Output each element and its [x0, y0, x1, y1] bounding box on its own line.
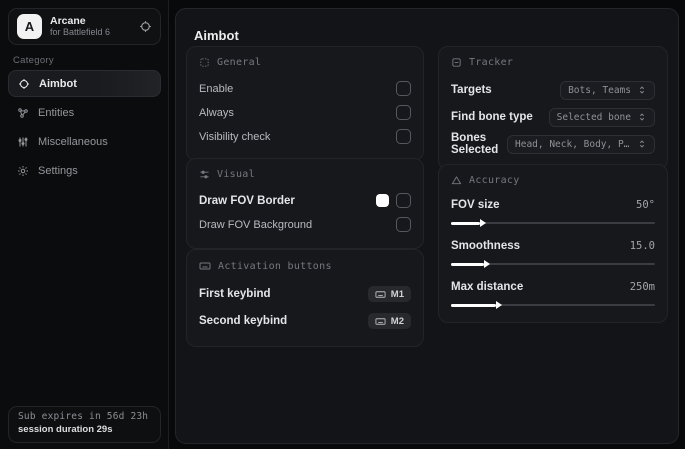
setting-row-max-distance: Max distance 250m [451, 277, 655, 309]
visibility-check-checkbox[interactable] [396, 129, 411, 144]
setting-row-fov-size: FOV size 50° [451, 195, 655, 227]
dropdown-value: Bots, Teams [568, 84, 631, 96]
chevrons-up-down-icon [637, 85, 647, 95]
category-label: Category [13, 55, 54, 66]
sidebar-nav: Aimbot Entities Miscellaneous Settings [8, 70, 161, 186]
slider-fill [451, 221, 480, 225]
setting-label: Draw FOV Background [199, 218, 313, 231]
chevrons-up-down-icon [637, 139, 647, 149]
setting-row-bones-selected: Bones Selected Head, Neck, Body, Pe... [451, 131, 655, 157]
setting-label: Find bone type [451, 111, 533, 123]
draw-fov-border-checkbox[interactable] [396, 193, 411, 208]
activation-card: Activation buttons First keybind M1 Seco… [186, 249, 424, 347]
sidebar-item-label: Aimbot [39, 77, 77, 90]
tracker-card: Tracker Targets Bots, Teams Find bone ty… [438, 46, 668, 170]
setting-row-targets: Targets Bots, Teams [451, 77, 655, 103]
gear-icon [17, 165, 29, 177]
main-panel: Aimbot General Enable Always Visibility … [175, 8, 679, 444]
accuracy-card: Accuracy FOV size 50° Smoothness 15.0 Ma… [438, 164, 668, 323]
card-title: Tracker [469, 57, 514, 68]
setting-row-second-keybind: Second keybind M2 [199, 308, 411, 334]
dropdown-value: Selected bone [556, 111, 631, 123]
crosshair-icon[interactable] [139, 20, 152, 33]
keyboard-icon [375, 316, 386, 327]
keyboard-icon [199, 260, 211, 272]
bones-selected-dropdown[interactable]: Head, Neck, Body, Pe... [507, 134, 655, 154]
accuracy-icon [451, 175, 462, 186]
tracker-icon [451, 57, 462, 68]
crosshair-icon [18, 78, 30, 90]
second-keybind-button[interactable]: M2 [367, 313, 411, 329]
setting-row-first-keybind: First keybind M1 [199, 281, 411, 307]
sidebar-item-label: Miscellaneous [38, 135, 108, 148]
find-bone-type-dropdown[interactable]: Selected bone [548, 107, 655, 127]
app-subtitle: for Battlefield 6 [50, 27, 111, 37]
setting-row-always: Always [199, 101, 411, 124]
app-header: A Arcane for Battlefield 6 [8, 8, 161, 45]
page-title: Aimbot [194, 28, 239, 43]
keyboard-icon [375, 289, 386, 300]
sidebar-item-entities[interactable]: Entities [8, 99, 161, 126]
subscription-box: Sub expires in 56d 23h session duration … [8, 406, 161, 443]
sidebar-item-aimbot[interactable]: Aimbot [8, 70, 161, 97]
entities-icon [17, 107, 29, 119]
keybind-value: M1 [390, 288, 404, 300]
setting-row-enable: Enable [199, 77, 411, 100]
setting-label: Enable [199, 82, 234, 95]
keybind-value: M2 [390, 315, 404, 327]
setting-row-visibility-check: Visibility check [199, 125, 411, 148]
setting-row-draw-fov-background: Draw FOV Background [199, 213, 411, 236]
session-duration-text: session duration 29s [18, 424, 113, 435]
always-checkbox[interactable] [396, 105, 411, 120]
setting-row-draw-fov-border: Draw FOV Border [199, 189, 411, 212]
setting-label: Max distance [451, 281, 524, 293]
setting-label: Smoothness [451, 240, 521, 252]
adjustments-icon [17, 136, 29, 148]
general-icon [199, 57, 210, 68]
setting-row-smoothness: Smoothness 15.0 [451, 236, 655, 268]
targets-dropdown[interactable]: Bots, Teams [560, 80, 655, 100]
sub-expires-text: Sub expires in 56d 23h [18, 411, 149, 422]
slider-fill [451, 303, 496, 307]
smoothness-value: 15.0 [629, 240, 655, 252]
setting-row-find-bone-type: Find bone type Selected bone [451, 104, 655, 130]
card-title: Visual [217, 169, 255, 180]
card-title: Accuracy [469, 175, 520, 186]
setting-label: Second keybind [199, 315, 288, 327]
sidebar: A Arcane for Battlefield 6 Category Aimb… [0, 0, 169, 449]
card-title: Activation buttons [218, 260, 332, 272]
draw-fov-background-checkbox[interactable] [396, 217, 411, 232]
setting-label: Bones Selected [451, 132, 499, 156]
app-name: Arcane [50, 15, 86, 27]
sidebar-item-label: Entities [38, 106, 75, 119]
dropdown-value: Head, Neck, Body, Pe... [515, 138, 631, 150]
setting-label: First keybind [199, 288, 271, 300]
first-keybind-button[interactable]: M1 [367, 286, 411, 302]
sidebar-item-label: Settings [38, 164, 78, 177]
enable-checkbox[interactable] [396, 81, 411, 96]
setting-label: FOV size [451, 199, 500, 211]
setting-label: Always [199, 106, 234, 119]
app-logo: A [17, 14, 42, 39]
fov-size-value: 50° [636, 199, 655, 211]
sidebar-item-settings[interactable]: Settings [8, 157, 161, 184]
setting-label: Visibility check [199, 130, 271, 143]
fov-border-color-swatch[interactable] [376, 194, 389, 207]
sidebar-item-miscellaneous[interactable]: Miscellaneous [8, 128, 161, 155]
visual-icon [199, 169, 210, 180]
chevrons-up-down-icon [637, 112, 647, 122]
visual-card: Visual Draw FOV Border Draw FOV Backgrou… [186, 158, 424, 249]
fov-size-slider[interactable] [451, 218, 655, 227]
slider-fill [451, 262, 484, 266]
max-distance-slider[interactable] [451, 300, 655, 309]
card-title: General [217, 57, 262, 68]
max-distance-value: 250m [629, 281, 655, 293]
smoothness-slider[interactable] [451, 259, 655, 268]
general-card: General Enable Always Visibility check [186, 46, 424, 161]
setting-label: Draw FOV Border [199, 194, 295, 207]
setting-label: Targets [451, 84, 492, 96]
